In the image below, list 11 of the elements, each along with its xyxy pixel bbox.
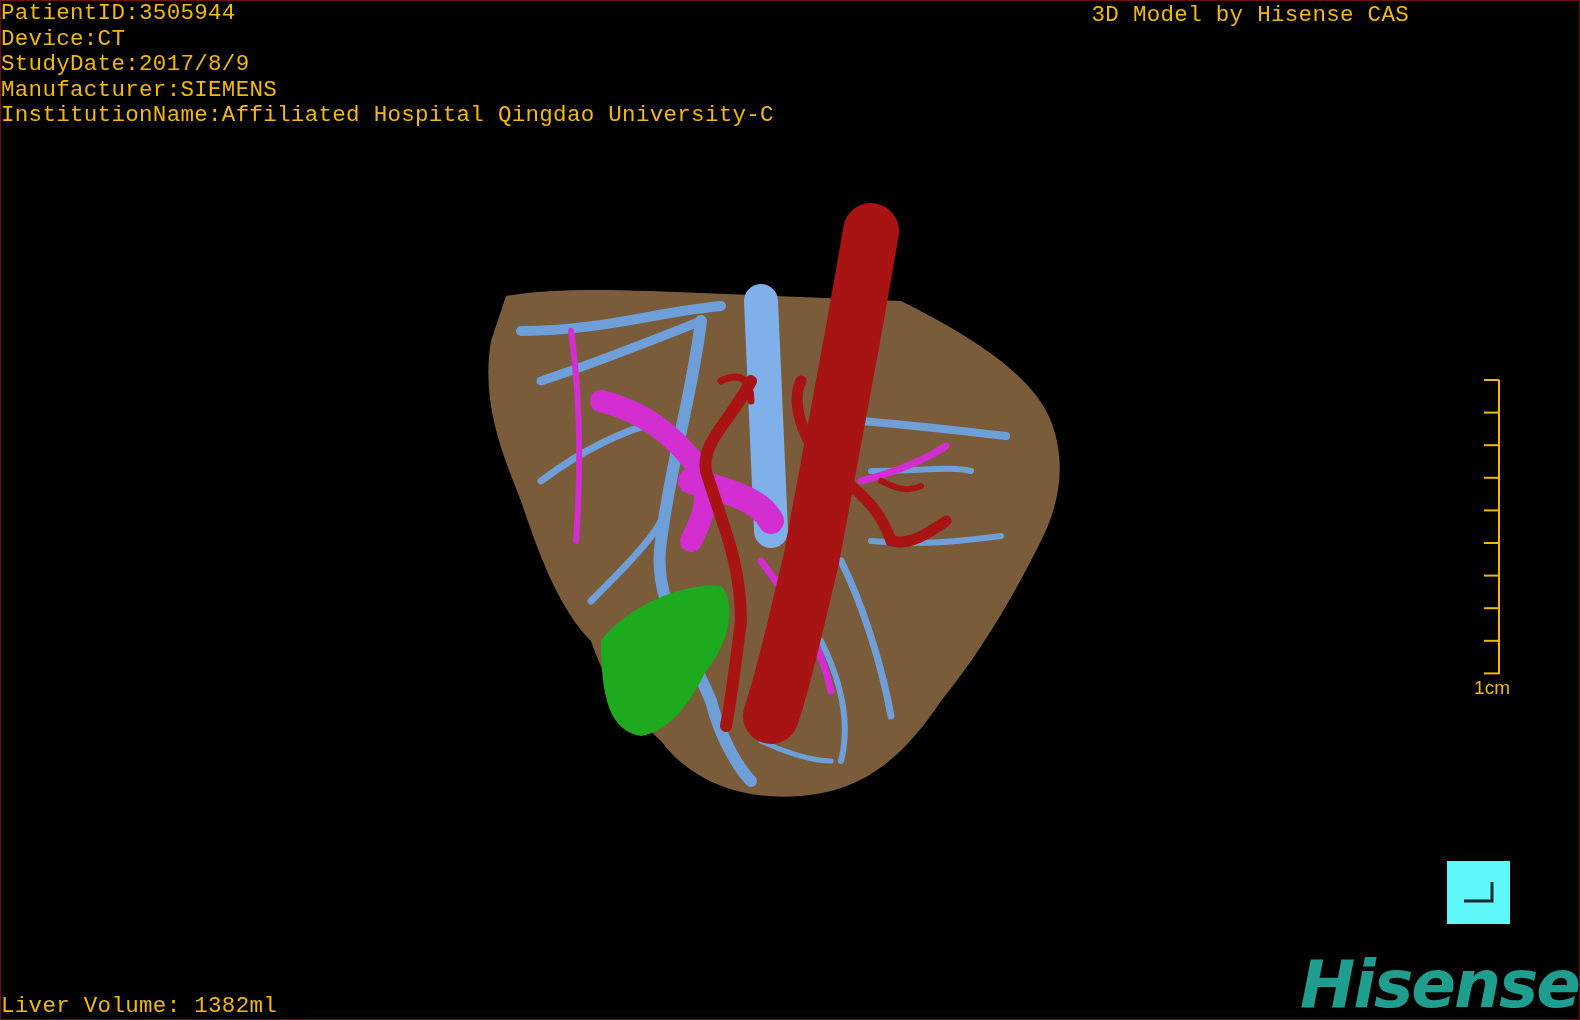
scale-bar-label: 1cm: [1474, 677, 1510, 699]
study-info-text: InstitutionName:Affiliated Hospital Qingdao University-C: [1, 103, 774, 129]
study-info-text: StudyDate:2017/8/9: [1, 52, 251, 78]
study-info-text: PatientID:3505944: [1, 1, 237, 27]
study-info-text: Device:CT: [1, 26, 127, 52]
liver-volume-text: Liver Volume: 1382ml: [1, 993, 278, 1019]
corner-icon: [1461, 879, 1496, 906]
viewer-title: 3D Model by Hisense CAS: [1091, 1, 1409, 30]
hisense-logo: Hisense: [1300, 955, 1579, 1015]
study-info-text: Manufacturer:SIEMENS: [1, 77, 279, 103]
view-reset-button[interactable]: [1447, 861, 1510, 924]
